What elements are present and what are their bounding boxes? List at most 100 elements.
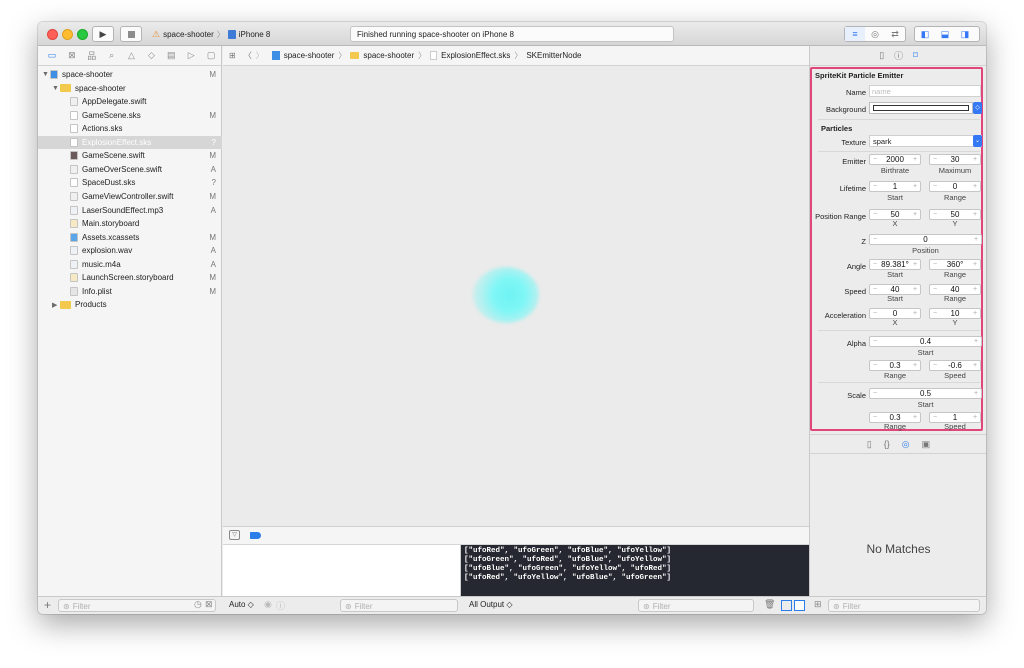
output-select[interactable]: All Output ◇ bbox=[469, 600, 513, 609]
navigator-item[interactable]: ▼ space-shooter bbox=[38, 82, 222, 95]
navigator-item[interactable]: ▶ Products bbox=[38, 298, 222, 311]
acceleration-y-value[interactable]: 10 bbox=[940, 309, 970, 318]
position-x-value[interactable]: 50 bbox=[880, 210, 910, 219]
alpha-range-value[interactable]: 0.3 bbox=[880, 361, 910, 370]
recent-files-icon[interactable]: ◷ bbox=[194, 599, 202, 610]
decrement-icon[interactable]: − bbox=[870, 310, 880, 317]
z-position-stepper[interactable]: −0 + bbox=[869, 234, 982, 245]
increment-icon[interactable]: + bbox=[970, 156, 980, 163]
z-value[interactable]: 0 bbox=[880, 235, 971, 244]
assistant-editor-icon[interactable]: ◎ bbox=[865, 27, 885, 41]
decrement-icon[interactable]: − bbox=[870, 286, 880, 293]
maximum-stepper[interactable]: −30 + bbox=[929, 154, 981, 165]
info-icon[interactable]: ⓘ bbox=[276, 599, 285, 612]
standard-editor-icon[interactable]: ≡ bbox=[845, 27, 865, 41]
position-y-value[interactable]: 50 bbox=[940, 210, 970, 219]
forward-icon[interactable]: 〉 bbox=[256, 50, 264, 61]
scale-start-value[interactable]: 0.5 bbox=[880, 389, 971, 398]
decrement-icon[interactable]: − bbox=[870, 390, 880, 397]
scale-speed-value[interactable]: 1 bbox=[940, 413, 970, 422]
angle-range-stepper[interactable]: −360° + bbox=[929, 259, 981, 270]
file-template-icon[interactable]: ▯ bbox=[867, 439, 872, 450]
run-button[interactable]: ▶ bbox=[92, 26, 114, 42]
hide-debug-area-icon[interactable]: ▽ bbox=[229, 530, 240, 540]
library-grid-icon[interactable]: ⊞ bbox=[814, 599, 822, 610]
decrement-icon[interactable]: − bbox=[870, 362, 880, 369]
increment-icon[interactable]: + bbox=[910, 362, 920, 369]
minimize-window-button[interactable] bbox=[62, 29, 73, 40]
increment-icon[interactable]: + bbox=[910, 414, 920, 421]
decrement-icon[interactable]: − bbox=[930, 211, 940, 218]
decrement-icon[interactable]: − bbox=[870, 338, 880, 345]
decrement-icon[interactable]: − bbox=[930, 286, 940, 293]
zoom-window-button[interactable] bbox=[77, 29, 88, 40]
split-left-icon[interactable] bbox=[781, 600, 792, 611]
decrement-icon[interactable]: − bbox=[870, 236, 880, 243]
decrement-icon[interactable]: − bbox=[870, 261, 880, 268]
particle-emitter-preview[interactable] bbox=[473, 267, 539, 323]
folder-icon[interactable]: ▭ bbox=[42, 50, 62, 61]
stop-button[interactable] bbox=[120, 26, 142, 42]
alpha-start-stepper[interactable]: −0.4 + bbox=[869, 336, 982, 347]
navigator-item[interactable]: Assets.xcassets M bbox=[38, 231, 222, 244]
quick-help-icon[interactable]: ⓘ bbox=[894, 49, 903, 62]
increment-icon[interactable]: + bbox=[910, 211, 920, 218]
report-icon[interactable]: ▢ bbox=[201, 50, 221, 61]
increment-icon[interactable]: + bbox=[970, 261, 980, 268]
lifetime-range-stepper[interactable]: −0 + bbox=[929, 181, 981, 192]
background-dropdown-button[interactable]: ◇ bbox=[973, 102, 982, 114]
alpha-range-stepper[interactable]: −0.3 + bbox=[869, 360, 921, 371]
trash-icon[interactable]: 🗑 bbox=[764, 599, 775, 610]
editor-mode-buttons[interactable]: ≡ ◎ ⇄ bbox=[844, 26, 906, 42]
file-inspector-icon[interactable]: ▯ bbox=[879, 50, 884, 61]
navigator-item[interactable]: GameViewController.swift M bbox=[38, 190, 222, 203]
navigator-item[interactable]: LaserSoundEffect.mp3 A bbox=[38, 204, 222, 217]
scene-canvas[interactable] bbox=[223, 67, 809, 526]
console-output[interactable]: ["ufoRed", "ufoGreen", "ufoBlue", "ufoYe… bbox=[461, 545, 809, 596]
speed-start-value[interactable]: 40 bbox=[880, 285, 910, 294]
decrement-icon[interactable]: − bbox=[870, 183, 880, 190]
jump-item-node[interactable]: SKEmitterNode bbox=[526, 51, 581, 60]
auto-variables-select[interactable]: Auto ◇ bbox=[229, 600, 254, 609]
alpha-speed-stepper[interactable]: − -0.6 + bbox=[929, 360, 981, 371]
utilities-toggle-icon[interactable]: ◨ bbox=[955, 27, 975, 41]
search-icon[interactable]: ⌕ bbox=[102, 50, 122, 61]
add-icon[interactable]: + bbox=[44, 598, 51, 612]
decrement-icon[interactable]: − bbox=[930, 362, 940, 369]
scale-start-stepper[interactable]: −0.5 + bbox=[869, 388, 982, 399]
navigator-item[interactable]: Actions.sks bbox=[38, 122, 222, 135]
jump-item-project[interactable]: space-shooter bbox=[284, 51, 335, 60]
increment-icon[interactable]: + bbox=[910, 183, 920, 190]
increment-icon[interactable]: + bbox=[971, 338, 981, 345]
increment-icon[interactable]: + bbox=[910, 310, 920, 317]
split-right-icon[interactable] bbox=[794, 600, 805, 611]
navigator-toggle-icon[interactable]: ◧ bbox=[915, 27, 935, 41]
lifetime-start-value[interactable]: 1 bbox=[880, 182, 910, 191]
jump-item-file[interactable]: ExplosionEffect.sks bbox=[441, 51, 510, 60]
breakpoints-toggle-icon[interactable] bbox=[250, 532, 261, 539]
navigator-item[interactable]: GameOverScene.swift A bbox=[38, 163, 222, 176]
navigator-item[interactable]: explosion.wav A bbox=[38, 244, 222, 257]
decrement-icon[interactable]: − bbox=[930, 310, 940, 317]
alpha-speed-value[interactable]: -0.6 bbox=[940, 361, 970, 370]
navigator-filter-input[interactable]: ⊛ Filter bbox=[58, 599, 216, 612]
media-library-icon[interactable]: ▣ bbox=[922, 439, 931, 450]
angle-range-value[interactable]: 360° bbox=[940, 260, 970, 269]
source-control-icon[interactable]: ⊠ bbox=[62, 50, 82, 61]
scheme-selector[interactable]: ⚠ space-shooter 〉 iPhone 8 bbox=[152, 27, 270, 41]
navigator-item[interactable]: music.m4a A bbox=[38, 258, 222, 271]
scale-range-value[interactable]: 0.3 bbox=[880, 413, 910, 422]
disclosure-expanded-icon[interactable]: ▼ bbox=[42, 71, 50, 78]
console-filter-input[interactable]: ⊛ Filter bbox=[638, 599, 754, 612]
acceleration-x-value[interactable]: 0 bbox=[880, 309, 910, 318]
increment-icon[interactable]: + bbox=[910, 261, 920, 268]
increment-icon[interactable]: + bbox=[970, 286, 980, 293]
disclosure-expanded-icon[interactable]: ▼ bbox=[52, 85, 60, 92]
navigator-item[interactable]: AppDelegate.swift bbox=[38, 95, 222, 108]
library-filter-input[interactable]: ⊛ Filter bbox=[828, 599, 980, 612]
navigator-item[interactable]: SpaceDust.sks? bbox=[38, 176, 222, 189]
increment-icon[interactable]: + bbox=[910, 156, 920, 163]
variables-filter-input[interactable]: ⊛ Filter bbox=[340, 599, 458, 612]
decrement-icon[interactable]: − bbox=[930, 156, 940, 163]
navigator-item[interactable]: LaunchScreen.storyboard M bbox=[38, 271, 222, 284]
